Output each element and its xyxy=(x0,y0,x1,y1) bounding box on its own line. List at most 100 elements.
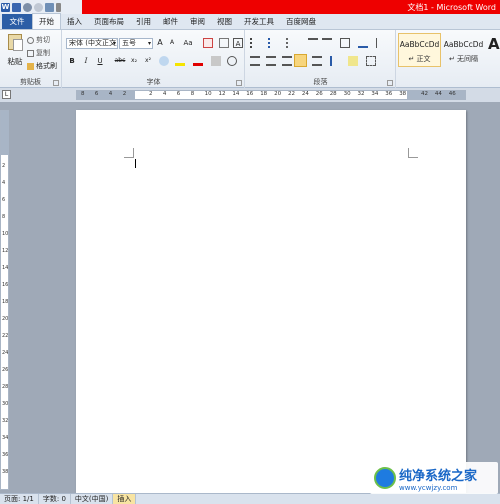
paste-button[interactable]: 粘贴 xyxy=(4,34,26,74)
format-painter-label: 格式刷 xyxy=(36,62,57,70)
font-group-label: 字体 xyxy=(146,78,161,86)
status-bar: 页面: 1/1 字数: 0 中文(中国) 插入 xyxy=(0,493,500,504)
show-marks-icon[interactable] xyxy=(376,38,386,48)
vertical-ruler[interactable]: 2 4 6 8 10 12 14 16 18 20 22 24 26 28 30 32 34 36 38 xyxy=(0,110,9,490)
insert-mode-indicator[interactable]: 插入 xyxy=(113,494,137,504)
ribbon: 粘贴 剪切 复制 格式刷 剪贴板 宋体 (中文正文) ▾ 五号 ▾ A A Aa xyxy=(0,30,500,88)
ruler-number: 26 xyxy=(315,91,323,97)
font-launcher-icon[interactable] xyxy=(236,80,242,86)
paragraph-group-label: 段落 xyxy=(313,78,328,86)
copy-label: 复制 xyxy=(36,49,50,57)
tab-file[interactable]: 文件 xyxy=(2,14,32,29)
multilevel-list-icon[interactable] xyxy=(286,38,296,48)
style-normal[interactable]: AaBbCcDd ↵ 正文 xyxy=(398,33,441,67)
style-name: ↵ 正文 xyxy=(408,55,431,63)
tab-selector[interactable]: L xyxy=(2,90,11,99)
line-spacing-icon[interactable] xyxy=(330,56,340,66)
change-case-button[interactable]: Aa xyxy=(181,38,195,48)
ruler-number: 8 xyxy=(190,91,195,97)
strikethrough-button[interactable]: abc xyxy=(113,56,127,66)
vruler-number: 12 xyxy=(2,248,9,254)
paste-icon xyxy=(8,34,23,51)
vruler-number: 36 xyxy=(2,452,9,458)
vruler-number: 4 xyxy=(2,180,6,186)
crop-mark-top-right xyxy=(408,148,418,158)
clear-format-icon[interactable] xyxy=(203,38,213,48)
copy-button[interactable]: 复制 xyxy=(27,48,50,58)
enclose-char-icon[interactable] xyxy=(227,56,237,66)
vruler-number: 8 xyxy=(2,214,6,220)
superscript-button[interactable]: x² xyxy=(143,56,153,66)
distribute-icon[interactable] xyxy=(312,56,322,66)
char-border-button[interactable]: A xyxy=(233,38,243,48)
print-preview-icon[interactable] xyxy=(45,2,54,12)
increase-indent-icon[interactable] xyxy=(322,38,332,48)
font-size-combo[interactable]: 五号 ▾ xyxy=(119,38,153,49)
justify-icon[interactable] xyxy=(294,54,307,67)
ruler-number: 46 xyxy=(448,91,456,97)
ruler-number: 28 xyxy=(329,91,337,97)
text-effects-icon[interactable] xyxy=(159,56,169,66)
ruler-number: 38 xyxy=(399,91,407,97)
clipboard-launcher-icon[interactable] xyxy=(53,80,59,86)
vruler-number: 28 xyxy=(2,384,9,390)
highlight-icon[interactable] xyxy=(175,56,185,66)
ruler-number: 16 xyxy=(246,91,254,97)
shrink-font-button[interactable]: A xyxy=(167,38,177,48)
save-icon[interactable] xyxy=(12,2,21,12)
decrease-indent-icon[interactable] xyxy=(308,38,318,48)
language-indicator[interactable]: 中文(中国) xyxy=(71,494,114,504)
chinese-layout-icon[interactable] xyxy=(340,38,350,48)
word-count[interactable]: 字数: 0 xyxy=(39,494,71,504)
ruler-number: 30 xyxy=(343,91,351,97)
tab-developer[interactable]: 开发工具 xyxy=(238,14,280,29)
format-painter-button[interactable]: 格式刷 xyxy=(27,61,57,71)
phonetic-guide-icon[interactable] xyxy=(219,38,229,48)
document-page[interactable] xyxy=(76,110,466,493)
tab-insert[interactable]: 插入 xyxy=(61,14,88,29)
ruler-number: 2 xyxy=(122,91,127,97)
tab-mailings[interactable]: 邮件 xyxy=(157,14,184,29)
clipboard-group-label: 剪贴板 xyxy=(20,78,41,86)
grow-font-button[interactable]: A xyxy=(155,38,165,48)
style-heading-1[interactable]: A xyxy=(488,35,500,53)
customize-icon[interactable] xyxy=(56,2,61,12)
tab-references[interactable]: 引用 xyxy=(130,14,157,29)
bullets-icon[interactable] xyxy=(250,38,260,48)
italic-button[interactable]: I xyxy=(81,56,91,66)
vruler-number: 30 xyxy=(2,401,9,407)
underline-button[interactable]: U xyxy=(95,56,105,66)
align-right-icon[interactable] xyxy=(282,56,292,66)
numbering-icon[interactable] xyxy=(268,38,278,48)
tab-review[interactable]: 审阅 xyxy=(184,14,211,29)
style-no-spacing[interactable]: AaBbCcDd ↵ 无间隔 xyxy=(442,33,485,67)
paragraph-launcher-icon[interactable] xyxy=(387,80,393,86)
subscript-button[interactable]: x₂ xyxy=(129,56,139,66)
font-name-combo[interactable]: 宋体 (中文正文) ▾ xyxy=(66,38,118,49)
align-center-icon[interactable] xyxy=(266,56,276,66)
undo-icon[interactable] xyxy=(23,2,32,12)
vruler-number: 34 xyxy=(2,435,9,441)
word-logo-icon[interactable]: W xyxy=(1,2,10,12)
shading-icon[interactable] xyxy=(348,56,358,66)
char-shading-icon[interactable] xyxy=(211,56,221,66)
bold-button[interactable]: B xyxy=(67,56,77,66)
page-count[interactable]: 页面: 1/1 xyxy=(0,494,39,504)
vruler-number: 26 xyxy=(2,367,9,373)
watermark-title: 纯净系统之家 xyxy=(399,468,478,484)
redo-icon[interactable] xyxy=(34,2,43,12)
sort-icon[interactable] xyxy=(358,38,368,48)
borders-icon[interactable] xyxy=(366,56,376,66)
brush-icon xyxy=(27,62,34,70)
align-left-icon[interactable] xyxy=(250,56,260,66)
tab-page-layout[interactable]: 页面布局 xyxy=(88,14,130,29)
ruler-left-margin xyxy=(77,91,135,99)
tab-baidu-netdisk[interactable]: 百度网盘 xyxy=(280,14,322,29)
horizontal-ruler[interactable]: 8 6 4 2 2 4 6 8 10 12 14 16 18 20 22 24 26 28 30 32 34 36 38 42… xyxy=(76,90,466,100)
font-color-icon[interactable] xyxy=(193,56,203,66)
tab-home[interactable]: 开始 xyxy=(32,13,61,29)
tab-view[interactable]: 视图 xyxy=(211,14,238,29)
vruler-number: 18 xyxy=(2,299,9,305)
ruler-number: 44 xyxy=(434,91,442,97)
cut-button[interactable]: 剪切 xyxy=(27,35,50,45)
